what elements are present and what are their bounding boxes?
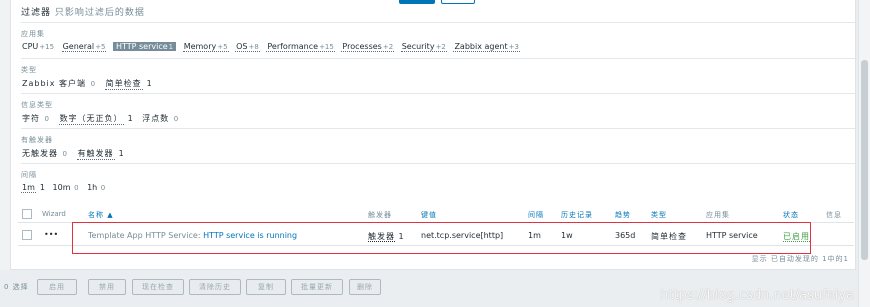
info-type-chips: 字符 0 数字（无正负） 1 浮点数 0 (21, 113, 184, 125)
chip-processes[interactable]: Processes+2 (341, 42, 395, 52)
enable-button[interactable]: 启用 (37, 279, 77, 295)
chip-zabbix-client[interactable]: Zabbix 客户端 0 (21, 78, 97, 89)
header-name[interactable]: 名称 ▲ (88, 210, 114, 220)
chip-zabbix-agent[interactable]: Zabbix agent+3 (453, 42, 520, 52)
header-key[interactable]: 键值 (421, 210, 437, 220)
chip-1m-count: 1 (39, 183, 45, 192)
interval-chips: 1m 1 10m 0 1h 0 (21, 183, 110, 193)
trigger-chips: 无触发器 0 有触发器 1 (21, 148, 125, 160)
wizard-menu-icon[interactable]: ••• (44, 230, 58, 239)
filter-group-triggers: 有触发器 无触发器 0 有触发器 1 (21, 128, 855, 163)
type-chips: Zabbix 客户端 0 简单检查 1 (21, 78, 153, 90)
group-label: 信息类型 (21, 101, 53, 109)
chip-numeric-unsigned-count: 1 (127, 114, 134, 123)
header-status[interactable]: 状态 (783, 210, 799, 220)
filter-group-app-sets: 应用集 CPU+15 General+5 HTTP service1 Memor… (21, 22, 855, 58)
header-triggers: 触发器 (368, 211, 392, 219)
header-history[interactable]: 历史记录 (561, 210, 593, 220)
chip-general[interactable]: General+5 (61, 42, 107, 52)
group-label: 应用集 (21, 30, 45, 38)
header-interval[interactable]: 间隔 (528, 210, 544, 220)
highlight-box (72, 222, 811, 254)
watermark: https://blog.csdn.net/asufeiya (660, 288, 854, 303)
filter-hint: 只影响过滤后的数据 (54, 8, 145, 18)
vertical-scrollbar[interactable] (858, 0, 870, 307)
check-now-button[interactable]: 现在检查 (132, 279, 184, 295)
left-rail (0, 0, 10, 270)
filter-title-text: 过滤器 (21, 8, 52, 18)
select-all-checkbox[interactable] (22, 209, 32, 219)
filter-title: 过滤器 只影响过滤后的数据 (21, 5, 145, 18)
chip-1m[interactable]: 1m (21, 183, 36, 193)
copy-button[interactable]: 复制 (246, 279, 286, 295)
chip-performance[interactable]: Performance+15 (266, 42, 335, 52)
chip-no-triggers[interactable]: 无触发器 0 (21, 148, 69, 159)
chip-http-service[interactable]: HTTP service1 (113, 42, 177, 51)
chip-char[interactable]: 字符 0 (21, 113, 51, 124)
mass-update-button[interactable]: 批量更新 (291, 279, 343, 295)
row-checkbox[interactable] (22, 230, 32, 240)
header-info: 信息 (826, 211, 842, 219)
table-footer-info: 显示 已自动发现的 1中的1 (751, 255, 849, 263)
scrollbar-thumb[interactable] (861, 60, 868, 260)
header-trends[interactable]: 趋势 (615, 210, 631, 220)
chip-has-triggers-count: 1 (118, 149, 125, 158)
apply-button[interactable] (399, 0, 435, 4)
delete-button[interactable]: 删除 (349, 279, 381, 295)
chip-memory[interactable]: Memory+5 (182, 42, 229, 52)
reset-button[interactable] (441, 0, 475, 4)
selected-count: 0 选择 (4, 283, 29, 291)
chip-10m[interactable]: 10m 0 (52, 183, 80, 192)
chip-numeric-unsigned[interactable]: 数字（无正负） (58, 113, 124, 125)
group-label: 间隔 (21, 171, 37, 179)
chip-security[interactable]: Security+2 (400, 42, 447, 52)
table-header: Wizard 名称 ▲ 触发器 键值 间隔 历史记录 趋势 类型 应用集 状态 … (18, 205, 854, 223)
chip-simple-check[interactable]: 简单检查 (104, 78, 143, 90)
header-type[interactable]: 类型 (651, 210, 667, 220)
chip-cpu[interactable]: CPU+15 (21, 42, 55, 51)
filter-group-info-type: 信息类型 字符 0 数字（无正负） 1 浮点数 0 (21, 93, 855, 128)
app-set-chips: CPU+15 General+5 HTTP service1 Memory+5 … (21, 42, 524, 52)
group-label: 类型 (21, 66, 37, 74)
chip-simple-check-count: 1 (146, 79, 153, 88)
chip-has-triggers[interactable]: 有触发器 (76, 148, 115, 160)
filter-group-interval: 间隔 1m 1 10m 0 1h 0 (21, 163, 855, 198)
chip-float[interactable]: 浮点数 0 (141, 113, 180, 124)
chip-1h[interactable]: 1h 0 (86, 183, 106, 192)
group-label: 有触发器 (21, 136, 53, 144)
disable-button[interactable]: 禁用 (88, 279, 126, 295)
clear-history-button[interactable]: 清除历史 (189, 279, 241, 295)
chip-os[interactable]: OS+8 (235, 42, 260, 52)
header-app: 应用集 (706, 211, 730, 219)
header-wizard: Wizard (42, 210, 66, 218)
filter-group-type: 类型 Zabbix 客户端 0 简单检查 1 (21, 58, 855, 93)
